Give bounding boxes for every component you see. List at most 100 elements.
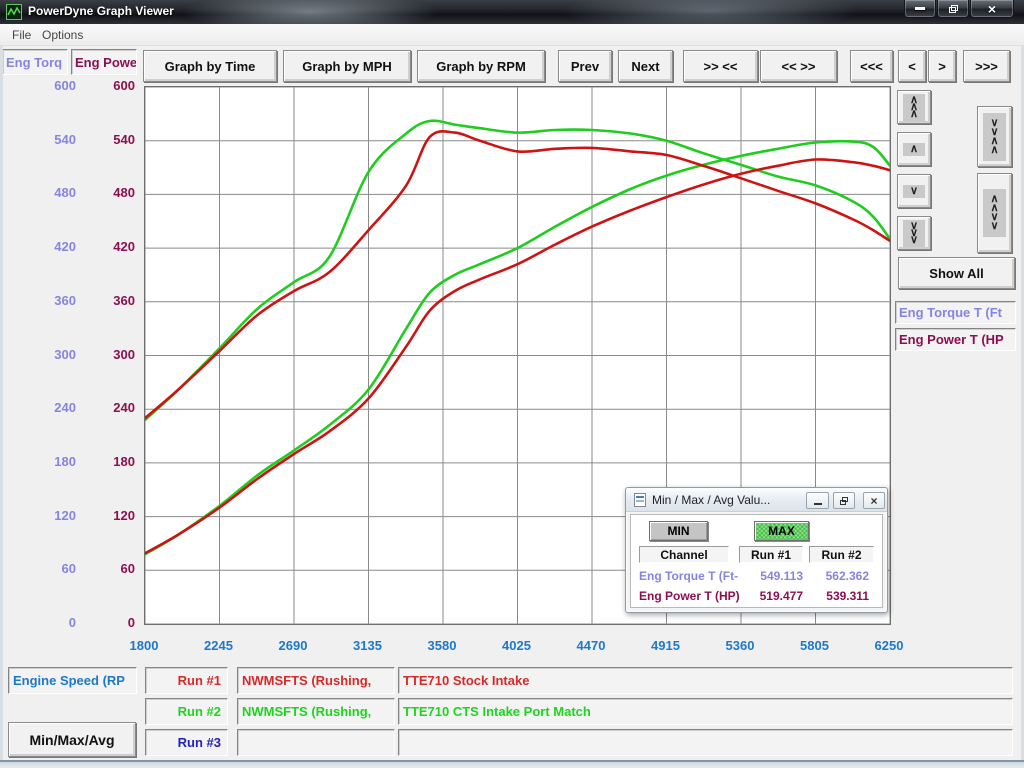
y-tick-label: 480: [20, 185, 76, 200]
torque-row-run1-value: 549.113: [739, 569, 803, 583]
title-bar[interactable]: PowerDyne Graph Viewer ×: [0, 0, 1024, 24]
dialog-close-button[interactable]: ×: [863, 492, 885, 509]
powerdyne-window: PowerDyne Graph Viewer × File Options En…: [0, 0, 1024, 768]
zoom-out-x-button[interactable]: << >>: [760, 50, 837, 82]
scroll-far-right-button[interactable]: >>>: [963, 50, 1010, 82]
dialog-title-bar[interactable]: Min / Max / Avg Valu... ×: [626, 488, 887, 512]
y-tick-label: 540: [20, 132, 76, 147]
y-tick-label: 300: [20, 347, 76, 362]
dialog-restore-button[interactable]: [833, 492, 855, 509]
torque-axis-box[interactable]: Eng Torq: [2, 49, 68, 75]
y-scale-up-button[interactable]: ∧: [897, 132, 931, 166]
run2-label-box[interactable]: Run #2: [145, 698, 228, 725]
graph-by-time-button[interactable]: Graph by Time: [143, 50, 277, 82]
show-all-button[interactable]: Show All: [898, 257, 1015, 289]
max-toggle-button[interactable]: MAX: [754, 521, 809, 541]
x-tick-label: 6250: [866, 638, 912, 653]
x-tick-label: 2690: [270, 638, 316, 653]
zoom-in-x-button[interactable]: >> <<: [683, 50, 758, 82]
window-bottom-frame[interactable]: [0, 760, 1024, 768]
torque-channel-label[interactable]: Eng Torque T (Ft: [895, 301, 1016, 324]
min-max-avg-dialog: Min / Max / Avg Valu... × MIN MAX Channe…: [625, 487, 888, 613]
torque-row-run2-value: 562.362: [809, 569, 869, 583]
run1-column-header[interactable]: Run #1: [739, 546, 803, 563]
scroll-left-button[interactable]: <: [898, 50, 926, 82]
restore-icon: [840, 497, 848, 505]
channel-column-header[interactable]: Channel: [639, 546, 729, 563]
power-axis-box[interactable]: Eng Powe: [71, 49, 137, 75]
y-tick-label: 120: [20, 508, 76, 523]
prev-button[interactable]: Prev: [558, 50, 612, 82]
power-row-run2-value: 539.311: [809, 589, 869, 603]
app-icon: [6, 4, 22, 20]
restore-button[interactable]: [937, 0, 969, 18]
scroll-far-left-button[interactable]: <<<: [850, 50, 893, 82]
close-icon: ×: [870, 495, 877, 507]
dialog-icon: [634, 493, 646, 507]
y-tick-label: 420: [20, 239, 76, 254]
chevron-down-icon: ∨: [903, 185, 925, 198]
restore-icon: [949, 5, 958, 13]
minimize-icon: [814, 503, 822, 505]
menu-file[interactable]: File: [8, 27, 35, 43]
x-tick-label: 1800: [121, 638, 167, 653]
y-tick-label: 180: [79, 454, 135, 469]
y-tick-label: 420: [79, 239, 135, 254]
run3-name-box[interactable]: [237, 729, 395, 756]
power-row-channel: Eng Power T (HP): [639, 589, 740, 603]
y-tick-label: 240: [79, 400, 135, 415]
y-range-expand-button[interactable]: ∧ ∧ ∨ ∨: [977, 173, 1012, 253]
run1-name-box[interactable]: NWMSFTS (Rushing,: [237, 667, 395, 694]
menu-bar: File Options: [0, 24, 1024, 46]
y-tick-label: 240: [20, 400, 76, 415]
triple-chevron-down-icon: ∨ ∨ ∨: [903, 220, 925, 247]
minimize-icon: [915, 7, 925, 10]
y-tick-label: 0: [20, 615, 76, 630]
y-tick-label: 600: [20, 78, 76, 93]
minimize-button[interactable]: [904, 0, 936, 18]
aero-glass-highlight: [180, 0, 440, 24]
power-row-run1-value: 519.477: [739, 589, 803, 603]
close-button[interactable]: ×: [970, 0, 1014, 18]
min-max-avg-button[interactable]: Min/Max/Avg: [8, 722, 136, 757]
run2-comment-box[interactable]: TTE710 CTS Intake Port Match: [398, 698, 1013, 725]
y-scale-down-button[interactable]: ∨: [897, 174, 931, 208]
menu-options[interactable]: Options: [38, 27, 87, 43]
run1-comment-box[interactable]: TTE710 Stock Intake: [398, 667, 1013, 694]
run3-label-box[interactable]: Run #3: [145, 729, 228, 756]
run2-name-box[interactable]: NWMSFTS (Rushing,: [237, 698, 395, 725]
aero-glass-highlight: [560, 0, 860, 24]
power-channel-label[interactable]: Eng Power T (HP: [895, 328, 1016, 351]
dialog-title: Min / Max / Avg Valu...: [652, 493, 770, 507]
min-toggle-button[interactable]: MIN: [649, 521, 708, 541]
run1-label-box[interactable]: Run #1: [145, 667, 228, 694]
chevrons-outward-icon: ∧ ∧ ∨ ∨: [983, 189, 1005, 237]
window-title: PowerDyne Graph Viewer: [28, 4, 174, 18]
chevrons-inward-icon: ∨ ∨ ∧ ∧: [983, 113, 1005, 161]
run2-column-header[interactable]: Run #2: [809, 546, 874, 563]
y-range-compress-button[interactable]: ∨ ∨ ∧ ∧: [977, 106, 1012, 167]
chevron-up-icon: ∧: [903, 143, 925, 156]
next-button[interactable]: Next: [618, 50, 673, 82]
graph-by-mph-button[interactable]: Graph by MPH: [283, 50, 411, 82]
close-icon: ×: [988, 2, 996, 16]
y-tick-label: 60: [20, 561, 76, 576]
torque-row-channel: Eng Torque T (Ft-: [639, 569, 738, 583]
y-tick-label: 60: [79, 561, 135, 576]
graph-by-rpm-button[interactable]: Graph by RPM: [417, 50, 545, 82]
y-tick-label: 180: [20, 454, 76, 469]
x-tick-label: 2245: [196, 638, 242, 653]
x-tick-label: 5360: [717, 638, 763, 653]
y-tick-label: 0: [79, 615, 135, 630]
x-tick-label: 3580: [419, 638, 465, 653]
y-scale-shrink-fast-button[interactable]: ∨ ∨ ∨: [897, 216, 931, 250]
x-tick-label: 4470: [568, 638, 614, 653]
scroll-right-button[interactable]: >: [928, 50, 956, 82]
dialog-minimize-button[interactable]: [806, 492, 829, 509]
x-tick-label: 4915: [643, 638, 689, 653]
y-scale-expand-fast-button[interactable]: ∧ ∧ ∧: [897, 90, 931, 124]
x-channel-box[interactable]: Engine Speed (RP: [8, 667, 137, 694]
y-tick-label: 480: [79, 185, 135, 200]
triple-chevron-up-icon: ∧ ∧ ∧: [903, 94, 925, 121]
run3-comment-box[interactable]: [398, 729, 1013, 756]
